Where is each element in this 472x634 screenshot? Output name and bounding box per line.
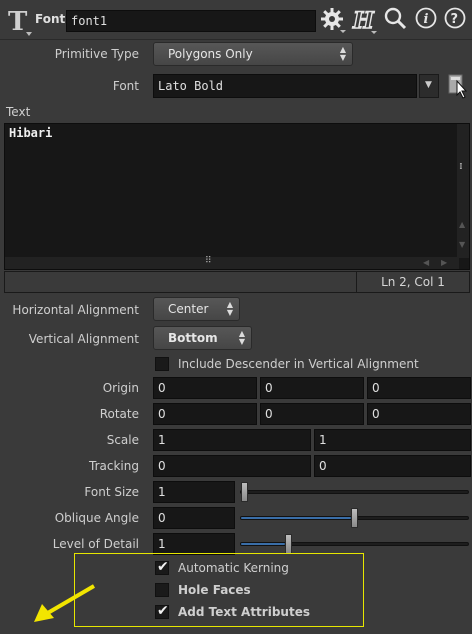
horizontal-alignment-label: Horizontal Alignment — [12, 303, 139, 317]
text-editor-content[interactable]: Hibari — [9, 126, 52, 140]
svg-text:?: ? — [451, 12, 459, 27]
scale-x-field[interactable]: 1 — [153, 429, 311, 451]
level-of-detail-slider-fill — [241, 543, 285, 545]
include-descender-checkbox[interactable] — [155, 357, 169, 371]
primitive-type-menu[interactable]: Polygons Only ▲ ▼ — [153, 42, 353, 66]
primitive-type-value: Polygons Only — [168, 47, 253, 61]
font-size-slider[interactable] — [240, 482, 469, 502]
updown-arrow-icon: ▲ ▼ — [339, 45, 346, 62]
font-label: Font — [112, 79, 139, 93]
cursor-position: Ln 2, Col 1 — [381, 275, 445, 289]
node-name-field[interactable]: font1 — [66, 10, 316, 32]
scale-y-field[interactable]: 1 — [314, 429, 471, 451]
vertical-alignment-value: Bottom — [168, 331, 218, 345]
oblique-angle-field[interactable]: 0 — [153, 507, 235, 529]
scroll-up-arrow-icon[interactable]: ▲ — [459, 220, 465, 229]
gear-icon[interactable] — [320, 7, 346, 33]
rotate-z-field[interactable]: 0 — [367, 403, 471, 425]
add-text-attributes-checkbox[interactable]: ✔ — [155, 603, 169, 619]
add-text-attributes-label: Add Text Attributes — [178, 605, 310, 619]
vertical-scrollbar[interactable]: ▲ ⁞⁞ ▼ — [457, 124, 469, 258]
svg-text:H: H — [352, 8, 375, 34]
font-size-label: Font Size — [84, 485, 139, 499]
font-field[interactable]: Lato Bold — [153, 74, 417, 98]
file-browse-icon[interactable] — [448, 73, 470, 99]
origin-x-field[interactable]: 0 — [153, 377, 257, 399]
updown-arrow-icon: ▲ ▼ — [226, 300, 233, 317]
rotate-label: Rotate — [99, 407, 139, 421]
horizontal-scrollbar[interactable]: ⠿ ◀ ▶ — [5, 256, 459, 269]
svg-text:T: T — [8, 7, 28, 36]
rotate-x-field[interactable]: 0 — [153, 403, 257, 425]
oblique-angle-slider[interactable] — [240, 508, 469, 528]
checkmark-icon: ✔ — [157, 603, 169, 619]
level-of-detail-label: Level of Detail — [52, 537, 139, 551]
oblique-angle-label: Oblique Angle — [54, 511, 139, 525]
level-of-detail-slider-handle[interactable] — [285, 534, 292, 554]
text-status-bar: Ln 2, Col 1 — [4, 271, 470, 293]
text-editor[interactable]: Hibari ▲ ⁞⁞ ▼ ⠿ ◀ ▶ — [4, 123, 470, 270]
origin-z-field[interactable]: 0 — [367, 377, 471, 399]
tracking-y-field[interactable]: 0 — [314, 455, 471, 477]
automatic-kerning-label: Automatic Kerning — [178, 561, 289, 575]
font-dropdown-button[interactable]: ▼ — [419, 74, 439, 98]
hole-faces-label: Hole Faces — [178, 583, 251, 597]
help-icon[interactable]: ? — [444, 7, 468, 31]
scroll-grip-icon[interactable]: ⁞⁞ — [459, 162, 462, 172]
scroll-left-arrow-icon[interactable]: ◀ — [423, 258, 429, 267]
annotation-arrow-icon — [30, 580, 100, 624]
vertical-alignment-menu[interactable]: Bottom ▲ ▼ — [153, 326, 252, 350]
automatic-kerning-checkbox[interactable]: ✔ — [155, 559, 169, 575]
search-icon[interactable] — [384, 7, 408, 31]
text-label: Text — [6, 105, 31, 119]
checkmark-icon: ✔ — [157, 559, 169, 575]
font-node-icon[interactable]: T — [6, 6, 32, 37]
origin-label: Origin — [102, 381, 139, 395]
oblique-angle-slider-handle[interactable] — [351, 508, 358, 528]
include-descender-label: Include Descender in Vertical Alignment — [178, 357, 419, 371]
vertical-alignment-label: Vertical Alignment — [28, 332, 139, 346]
origin-y-field[interactable]: 0 — [260, 377, 364, 399]
level-of-detail-slider[interactable] — [240, 534, 469, 554]
updown-arrow-icon: ▲ ▼ — [238, 329, 245, 346]
oblique-angle-slider-fill — [241, 517, 351, 519]
rotate-y-field[interactable]: 0 — [260, 403, 364, 425]
scroll-down-arrow-icon[interactable]: ▼ — [459, 240, 465, 249]
font-size-slider-handle[interactable] — [241, 482, 248, 502]
font-size-field[interactable]: 1 — [153, 481, 235, 503]
node-type-label: Font — [35, 12, 66, 26]
dropdown-arrow-icon: ▼ — [425, 80, 432, 90]
scroll-grip-horizontal-icon[interactable]: ⠿ — [205, 256, 212, 266]
tracking-x-field[interactable]: 0 — [153, 455, 311, 477]
hole-faces-checkbox[interactable] — [155, 583, 169, 597]
horizontal-alignment-menu[interactable]: Center ▲ ▼ — [153, 297, 240, 321]
horizontal-alignment-value: Center — [168, 302, 209, 316]
scale-label: Scale — [106, 433, 139, 447]
level-of-detail-field[interactable]: 1 — [153, 533, 235, 555]
tracking-label: Tracking — [89, 459, 139, 473]
svg-text:i: i — [424, 12, 429, 27]
scroll-right-arrow-icon[interactable]: ▶ — [441, 258, 447, 267]
info-icon[interactable]: i — [415, 7, 439, 31]
primitive-type-label: Primitive Type — [54, 47, 139, 61]
houdini-help-icon[interactable]: H — [351, 7, 377, 35]
